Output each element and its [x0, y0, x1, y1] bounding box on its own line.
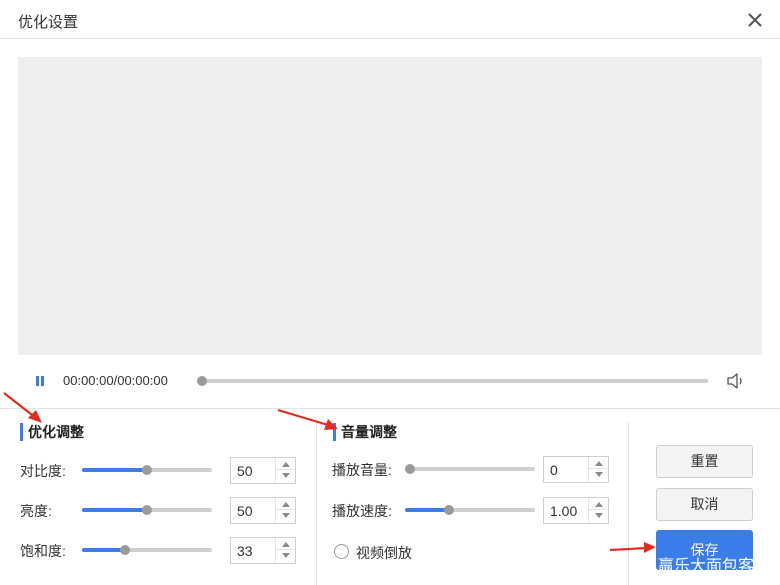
stepper-down-icon[interactable] — [276, 470, 295, 482]
stepper-up-icon[interactable] — [276, 538, 295, 550]
speed-stepper[interactable]: 1.00 — [543, 497, 609, 524]
pause-icon[interactable] — [33, 374, 47, 388]
saturation-stepper[interactable]: 33 — [230, 537, 296, 564]
brightness-stepper[interactable]: 50 — [230, 497, 296, 524]
stepper-down-icon[interactable] — [589, 469, 608, 481]
title-bar: 优化设置 — [0, 0, 780, 39]
progress-slider[interactable] — [201, 379, 708, 383]
annotation-arrow — [3, 392, 42, 423]
volume-stepper[interactable]: 0 — [543, 456, 609, 483]
stepper-down-icon[interactable] — [589, 510, 608, 522]
saturation-label: 饱和度: — [20, 543, 66, 559]
volume-slider[interactable] — [405, 463, 535, 475]
brightness-label: 亮度: — [20, 503, 52, 519]
reverse-radio[interactable] — [334, 544, 349, 559]
speed-label: 播放速度: — [332, 503, 392, 519]
volume-icon[interactable] — [726, 372, 746, 390]
audio-section-title: 音量调整 — [333, 423, 397, 441]
stepper-down-icon[interactable] — [276, 510, 295, 522]
contrast-stepper[interactable]: 50 — [230, 457, 296, 484]
progress-knob[interactable] — [197, 376, 207, 386]
speed-value[interactable]: 1.00 — [550, 503, 577, 519]
annotation-arrow — [277, 408, 338, 430]
playback-bar: 00:00:00/00:00:00 — [0, 366, 780, 396]
reverse-label: 视频倒放 — [356, 545, 412, 561]
divider — [628, 422, 629, 585]
stepper-up-icon[interactable] — [589, 457, 608, 469]
saturation-value[interactable]: 33 — [237, 543, 253, 559]
stepper-down-icon[interactable] — [276, 550, 295, 562]
brightness-slider[interactable] — [82, 504, 212, 516]
reset-button[interactable]: 重置 — [656, 445, 753, 478]
contrast-label: 对比度: — [20, 463, 66, 479]
annotation-arrow — [609, 542, 656, 553]
saturation-slider[interactable] — [82, 544, 212, 556]
timecode: 00:00:00/00:00:00 — [63, 373, 168, 388]
stepper-up-icon[interactable] — [276, 458, 295, 470]
dialog-title: 优化设置 — [18, 14, 79, 31]
contrast-value[interactable]: 50 — [237, 463, 253, 479]
divider — [0, 408, 780, 409]
divider — [316, 422, 317, 585]
video-preview[interactable] — [18, 57, 762, 355]
close-icon[interactable] — [745, 10, 765, 30]
brightness-value[interactable]: 50 — [237, 503, 253, 519]
watermark: 赢乐大面包客 — [658, 558, 753, 575]
speed-slider[interactable] — [405, 504, 535, 516]
volume-value[interactable]: 0 — [550, 462, 558, 478]
cancel-button[interactable]: 取消 — [656, 488, 753, 521]
stepper-up-icon[interactable] — [589, 498, 608, 510]
volume-label: 播放音量: — [332, 462, 392, 478]
stepper-up-icon[interactable] — [276, 498, 295, 510]
contrast-slider[interactable] — [82, 464, 212, 476]
